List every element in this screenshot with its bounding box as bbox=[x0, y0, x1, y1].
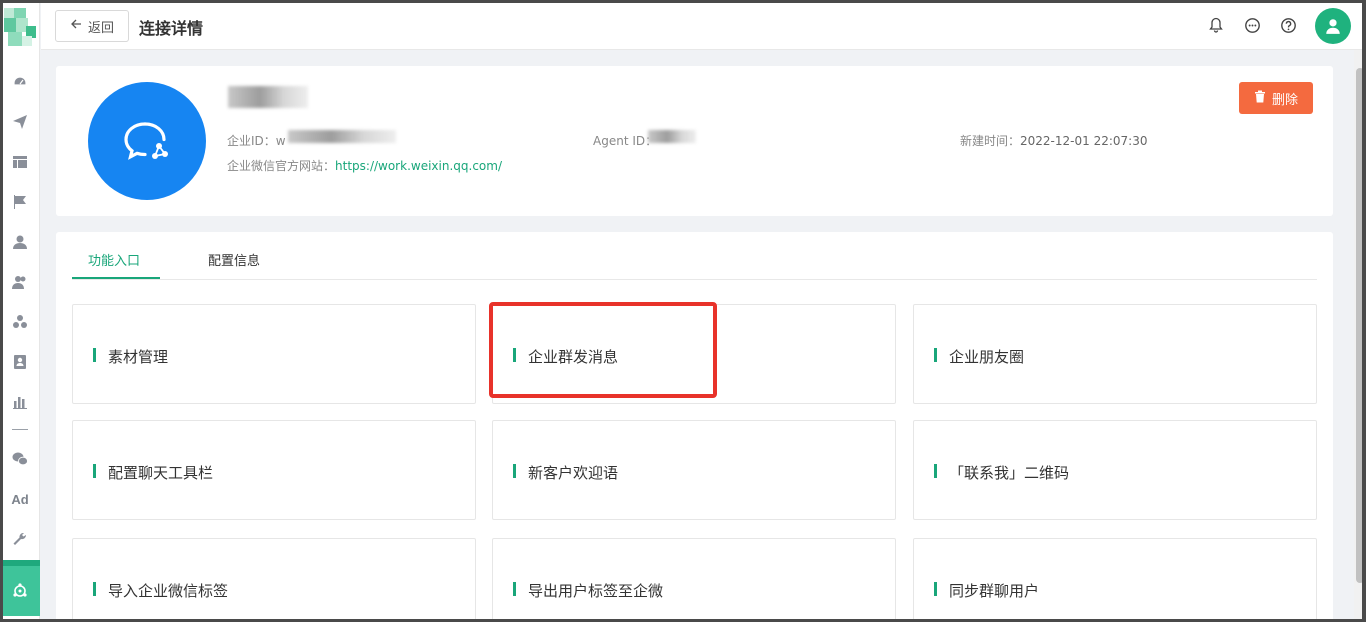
site-link[interactable]: https://work.weixin.qq.com/ bbox=[335, 159, 502, 173]
function-card-import-tags[interactable]: 导入企业微信标签 bbox=[72, 538, 476, 622]
wecom-avatar bbox=[88, 82, 206, 200]
card-accent-bar bbox=[513, 348, 516, 362]
function-card-label: 导入企业微信标签 bbox=[108, 582, 229, 600]
send-icon[interactable] bbox=[0, 110, 40, 134]
chat-bubble-icon bbox=[124, 122, 168, 160]
function-card-export-tags[interactable]: 导出用户标签至企微 bbox=[492, 538, 896, 622]
delete-label: 删除 bbox=[1271, 92, 1298, 108]
dashboard-icon[interactable] bbox=[0, 70, 40, 94]
card-accent-bar bbox=[513, 464, 516, 478]
connection-profile-card: 企业ID：w Agent ID： 新建时间：2022-12-01 22:07:3… bbox=[56, 66, 1333, 216]
users-icon[interactable] bbox=[0, 270, 40, 294]
wecom-icon[interactable] bbox=[0, 560, 40, 616]
trash-icon bbox=[1254, 90, 1266, 107]
scrollbar-thumb[interactable] bbox=[1356, 68, 1364, 583]
created-value: 2022-12-01 22:07:30 bbox=[1020, 134, 1148, 148]
back-button[interactable]: 返回 bbox=[55, 10, 129, 42]
corp-id-redacted bbox=[288, 130, 396, 143]
wrench-icon[interactable] bbox=[0, 527, 40, 551]
wechat-icon[interactable] bbox=[0, 447, 40, 471]
message-icon[interactable] bbox=[1242, 15, 1262, 35]
layout-icon[interactable] bbox=[0, 150, 40, 174]
tab-config-info[interactable]: 配置信息 bbox=[208, 250, 260, 269]
card-accent-bar bbox=[93, 348, 96, 362]
function-card-label: 「联系我」二维码 bbox=[949, 464, 1070, 482]
card-accent-bar bbox=[934, 464, 937, 478]
tab-bar: 功能入口 配置信息 bbox=[72, 232, 1317, 280]
delete-button[interactable]: 删除 bbox=[1239, 82, 1313, 114]
function-card-welcome-message[interactable]: 新客户欢迎语 bbox=[492, 420, 896, 520]
card-accent-bar bbox=[93, 582, 96, 596]
function-card-label: 企业群发消息 bbox=[528, 348, 619, 366]
function-card-sync-group-users[interactable]: 同步群聊用户 bbox=[913, 538, 1317, 622]
sidebar: Ad bbox=[0, 0, 40, 622]
page-title: 连接详情 bbox=[139, 19, 204, 38]
flag-icon[interactable] bbox=[0, 190, 40, 214]
help-icon[interactable] bbox=[1278, 15, 1298, 35]
created-label: 新建时间： bbox=[960, 134, 1021, 148]
card-accent-bar bbox=[934, 348, 937, 362]
function-card-label: 同步群聊用户 bbox=[949, 582, 1040, 600]
site-row: 企业微信官方网站：https://work.weixin.qq.com/ bbox=[227, 157, 502, 174]
user-avatar[interactable] bbox=[1315, 8, 1351, 44]
active-tab-indicator bbox=[72, 277, 160, 279]
function-card-label: 素材管理 bbox=[108, 348, 169, 366]
tab-function-entry[interactable]: 功能入口 bbox=[88, 250, 140, 269]
function-card-chat-toolbar[interactable]: 配置聊天工具栏 bbox=[72, 420, 476, 520]
app-logo[interactable] bbox=[4, 8, 36, 48]
function-card-moments[interactable]: 企业朋友圈 bbox=[913, 304, 1317, 404]
function-card-label: 企业朋友圈 bbox=[949, 348, 1025, 366]
corp-name-redacted bbox=[228, 86, 308, 108]
function-card-material[interactable]: 素材管理 bbox=[72, 304, 476, 404]
page-scrollbar[interactable] bbox=[1354, 50, 1366, 622]
corp-id-value: w bbox=[275, 134, 286, 148]
function-card-mass-message[interactable]: 企业群发消息 bbox=[492, 304, 896, 404]
user-icon[interactable] bbox=[0, 230, 40, 254]
function-panel: 功能入口 配置信息 素材管理 企业群发消息 企业朋友圈 配置聊天工具栏 新客户欢… bbox=[56, 232, 1333, 622]
function-card-label: 导出用户标签至企微 bbox=[528, 582, 664, 600]
arrow-left-icon bbox=[70, 18, 82, 34]
agent-id-redacted bbox=[648, 130, 696, 143]
function-card-label: 配置聊天工具栏 bbox=[108, 464, 214, 482]
bar-chart-icon[interactable] bbox=[0, 390, 40, 414]
corp-id-label: 企业ID： bbox=[227, 134, 276, 148]
bell-icon[interactable] bbox=[1206, 15, 1226, 35]
card-accent-bar bbox=[513, 582, 516, 596]
card-accent-bar bbox=[934, 582, 937, 596]
contact-card-icon[interactable] bbox=[0, 350, 40, 374]
card-accent-bar bbox=[93, 464, 96, 478]
function-card-contact-qrcode[interactable]: 「联系我」二维码 bbox=[913, 420, 1317, 520]
function-card-label: 新客户欢迎语 bbox=[528, 464, 619, 482]
top-bar: 返回 连接详情 bbox=[41, 0, 1366, 50]
back-label: 返回 bbox=[87, 20, 114, 36]
site-label: 企业微信官方网站： bbox=[227, 159, 336, 173]
sidebar-divider bbox=[12, 429, 28, 430]
corp-id-row: 企业ID：w bbox=[227, 132, 286, 149]
created-time-row: 新建时间：2022-12-01 22:07:30 bbox=[960, 132, 1147, 149]
ad-icon[interactable]: Ad bbox=[0, 487, 40, 511]
group-icon[interactable] bbox=[0, 310, 40, 334]
